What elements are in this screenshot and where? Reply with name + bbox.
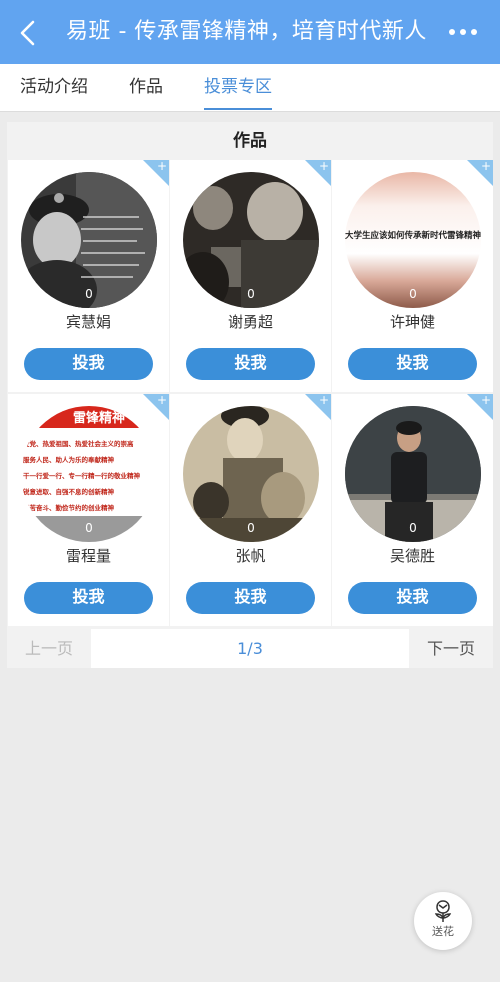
page-indicator: 1/3 <box>237 639 263 658</box>
tab-activity-intro[interactable]: 活动介绍 <box>20 75 88 99</box>
poster-line: 锐意进取、自强不息的创新精神 <box>23 487 115 496</box>
tab-voting-label: 投票专区 <box>204 77 272 97</box>
prev-page-button[interactable]: 上一页 <box>7 629 91 668</box>
work-image[interactable]: 0 <box>183 172 319 308</box>
author-name: 许珅健 <box>389 313 435 331</box>
vote-button[interactable]: 投我 <box>348 348 477 380</box>
poster-line: 干一行爱一行、专一行精一行的敬业精神 <box>23 471 141 480</box>
pagination: 上一页 1/3 下一页 <box>7 629 493 668</box>
author-name: 张帆 <box>235 547 266 565</box>
author-name: 雷程量 <box>65 547 111 565</box>
next-page-button[interactable]: 下一页 <box>409 629 493 668</box>
works-panel: 作品 + 0 宾慧娟 投我 + 0 谢勇超 投我 + 大学生应该如何传承新时代雷… <box>7 122 493 668</box>
poster-heading: 雷锋精神 <box>73 410 125 426</box>
heart-icon <box>183 509 195 520</box>
work-card: + 0 宾慧娟 投我 <box>8 160 169 392</box>
work-image[interactable]: 0 <box>345 406 481 542</box>
flower-icon <box>434 900 452 922</box>
panel-title: 作品 <box>233 131 267 151</box>
like-count: 0 <box>21 509 157 536</box>
heart-icon <box>21 509 33 520</box>
heart-icon <box>183 275 195 286</box>
like-count: 0 <box>21 275 157 302</box>
vote-button[interactable]: 投我 <box>186 582 315 614</box>
work-card: + 雷锋精神 爱党、热爱祖国、热爱社会主义的崇高 服务人民、助人为乐的奉献精神 … <box>8 394 169 626</box>
like-count-value: 0 <box>247 287 255 301</box>
active-tab-indicator <box>204 108 272 110</box>
work-image[interactable]: 0 <box>183 406 319 542</box>
like-count: 0 <box>345 275 481 302</box>
heart-icon <box>345 275 357 286</box>
like-count: 0 <box>183 509 319 536</box>
vote-button[interactable]: 投我 <box>24 582 153 614</box>
heart-icon <box>21 275 33 286</box>
poster-line: 爱党、热爱祖国、热爱社会主义的崇高 <box>23 439 134 448</box>
heart-icon <box>345 509 357 520</box>
plus-icon: + <box>156 160 167 173</box>
plus-icon: + <box>156 394 167 407</box>
page-title: 易班 - 传承雷锋精神，培育时代新人 <box>66 19 427 44</box>
work-card: + 0 张帆 投我 <box>170 394 331 626</box>
work-card: + 大学生应该如何传承新时代雷锋精神 0 许珅健 投我 <box>332 160 493 392</box>
send-flower-label: 送花 <box>432 925 454 938</box>
author-name: 吴德胜 <box>389 547 435 565</box>
vote-button[interactable]: 投我 <box>186 348 315 380</box>
plus-icon: + <box>480 394 491 407</box>
like-count: 0 <box>183 275 319 302</box>
like-count-value: 0 <box>247 521 255 535</box>
tab-voting[interactable]: 投票专区 <box>204 75 272 110</box>
plus-icon: + <box>318 160 329 173</box>
like-count: 0 <box>345 509 481 536</box>
like-count-value: 0 <box>409 521 417 535</box>
more-dots-icon[interactable] <box>448 26 478 38</box>
work-image[interactable]: 雷锋精神 爱党、热爱祖国、热爱社会主义的崇高 服务人民、助人为乐的奉献精神 干一… <box>21 406 157 542</box>
like-count-value: 0 <box>409 287 417 301</box>
work-image[interactable]: 0 <box>21 172 157 308</box>
send-flower-button[interactable]: 送花 <box>414 892 472 950</box>
plus-icon: + <box>480 160 491 173</box>
tab-works[interactable]: 作品 <box>129 75 163 99</box>
work-card: + 0 吴德胜 投我 <box>332 394 493 626</box>
work-image[interactable]: 大学生应该如何传承新时代雷锋精神 0 <box>345 172 481 308</box>
vote-button[interactable]: 投我 <box>348 582 477 614</box>
like-count-value: 0 <box>85 521 93 535</box>
plus-icon: + <box>318 394 329 407</box>
author-name: 谢勇超 <box>227 313 273 331</box>
vote-button[interactable]: 投我 <box>24 348 153 380</box>
work-card: + 0 谢勇超 投我 <box>170 160 331 392</box>
image-caption: 大学生应该如何传承新时代雷锋精神 <box>345 230 481 241</box>
tab-bar: 活动介绍 作品 投票专区 <box>0 64 500 112</box>
author-name: 宾慧娟 <box>65 313 111 331</box>
like-count-value: 0 <box>85 287 93 301</box>
poster-line: 服务人民、助人为乐的奉献精神 <box>23 455 115 464</box>
app-header: 易班 - 传承雷锋精神，培育时代新人 <box>0 0 500 64</box>
chevron-left-icon[interactable] <box>16 20 42 46</box>
